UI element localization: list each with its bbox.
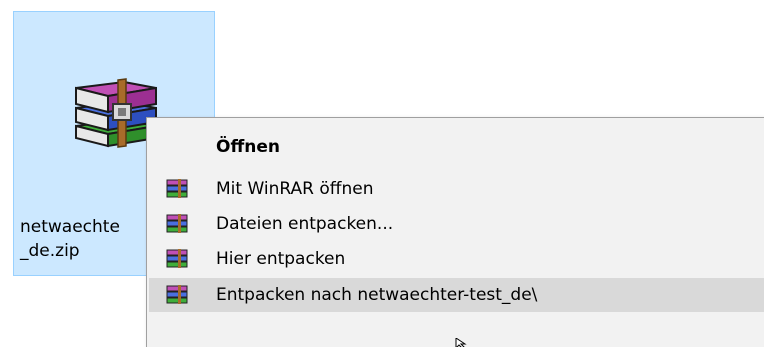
- file-name-line1: netwaechte: [20, 217, 120, 237]
- winrar-icon: [166, 285, 188, 304]
- menu-item-extract-files[interactable]: Dateien entpacken...: [149, 207, 764, 241]
- menu-item-extract-here[interactable]: Hier entpacken: [149, 242, 764, 276]
- winrar-icon: [166, 214, 188, 233]
- menu-item-extract-to-folder-label: Entpacken nach netwaechter-test_de\: [216, 285, 538, 305]
- file-name-line2: _de.zip: [20, 241, 80, 261]
- context-menu: Öffnen Mit WinRAR öffnen Dateien entpack…: [146, 117, 764, 347]
- menu-item-extract-files-label: Dateien entpacken...: [216, 214, 394, 234]
- winrar-icon: [166, 249, 188, 268]
- mouse-cursor-icon: [455, 338, 467, 347]
- menu-item-open-with-winrar[interactable]: Mit WinRAR öffnen: [149, 172, 764, 206]
- winrar-icon: [166, 179, 188, 198]
- menu-item-extract-to-folder[interactable]: Entpacken nach netwaechter-test_de\: [149, 278, 764, 312]
- menu-item-open-label: Öffnen: [216, 137, 280, 157]
- menu-item-open-with-winrar-label: Mit WinRAR öffnen: [216, 179, 374, 199]
- menu-item-extract-here-label: Hier entpacken: [216, 249, 346, 269]
- menu-item-open[interactable]: Öffnen: [149, 130, 764, 164]
- desktop: netwaechte _de.zip Öffnen Mit WinRAR öff…: [0, 0, 764, 347]
